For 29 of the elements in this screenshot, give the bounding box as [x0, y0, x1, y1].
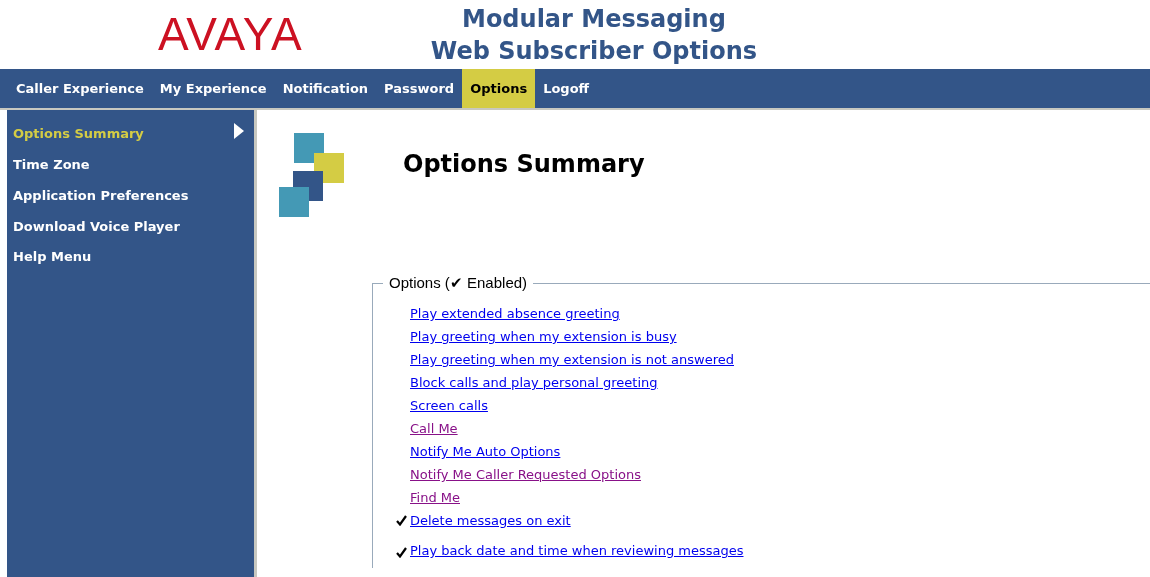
pointer-icon: [234, 122, 244, 139]
group-legend: Options (✔ Enabled): [383, 274, 534, 292]
nav-tab[interactable]: My Experience: [151, 69, 275, 108]
option-link[interactable]: Call Me: [410, 421, 458, 436]
sidebar-item[interactable]: Options Summary: [13, 126, 144, 141]
nav-tab[interactable]: Caller Experience: [8, 69, 152, 108]
option-link[interactable]: Notify Me Auto Options: [410, 444, 561, 459]
option-link[interactable]: Play extended absence greeting: [410, 306, 620, 321]
nav-tab[interactable]: Password: [376, 69, 463, 108]
option-link[interactable]: Play back date and time when reviewing messages: [410, 543, 744, 558]
sidebar-item[interactable]: Application Preferences: [13, 188, 189, 203]
nav-tab[interactable]: Logoff: [535, 69, 598, 108]
sidebar-item[interactable]: Time Zone: [13, 157, 90, 172]
option-link[interactable]: Notify Me Caller Requested Options: [410, 467, 641, 482]
sidebar-item[interactable]: Download Voice Player: [13, 218, 180, 234]
logo: AVAYA: [158, 8, 303, 60]
option-link[interactable]: Delete messages on exit: [410, 513, 571, 528]
nav-tab[interactable]: Options: [462, 69, 536, 108]
squares-logo-icon: [279, 132, 347, 218]
option-link[interactable]: Screen calls: [410, 398, 488, 413]
site-title: Modular Messaging: [462, 4, 726, 35]
option-link[interactable]: Play greeting when my extension is not answered: [410, 352, 734, 367]
option-link[interactable]: Play greeting when my extension is busy: [410, 329, 677, 344]
option-link[interactable]: Find Me: [410, 490, 460, 505]
page-title: Options Summary: [403, 150, 645, 178]
option-link[interactable]: Block calls and play personal greeting: [410, 375, 658, 390]
sidebar-item[interactable]: Help Menu: [13, 248, 92, 264]
nav-tab[interactable]: Notification: [274, 69, 377, 108]
site-title: Web Subscriber Options: [430, 36, 758, 67]
